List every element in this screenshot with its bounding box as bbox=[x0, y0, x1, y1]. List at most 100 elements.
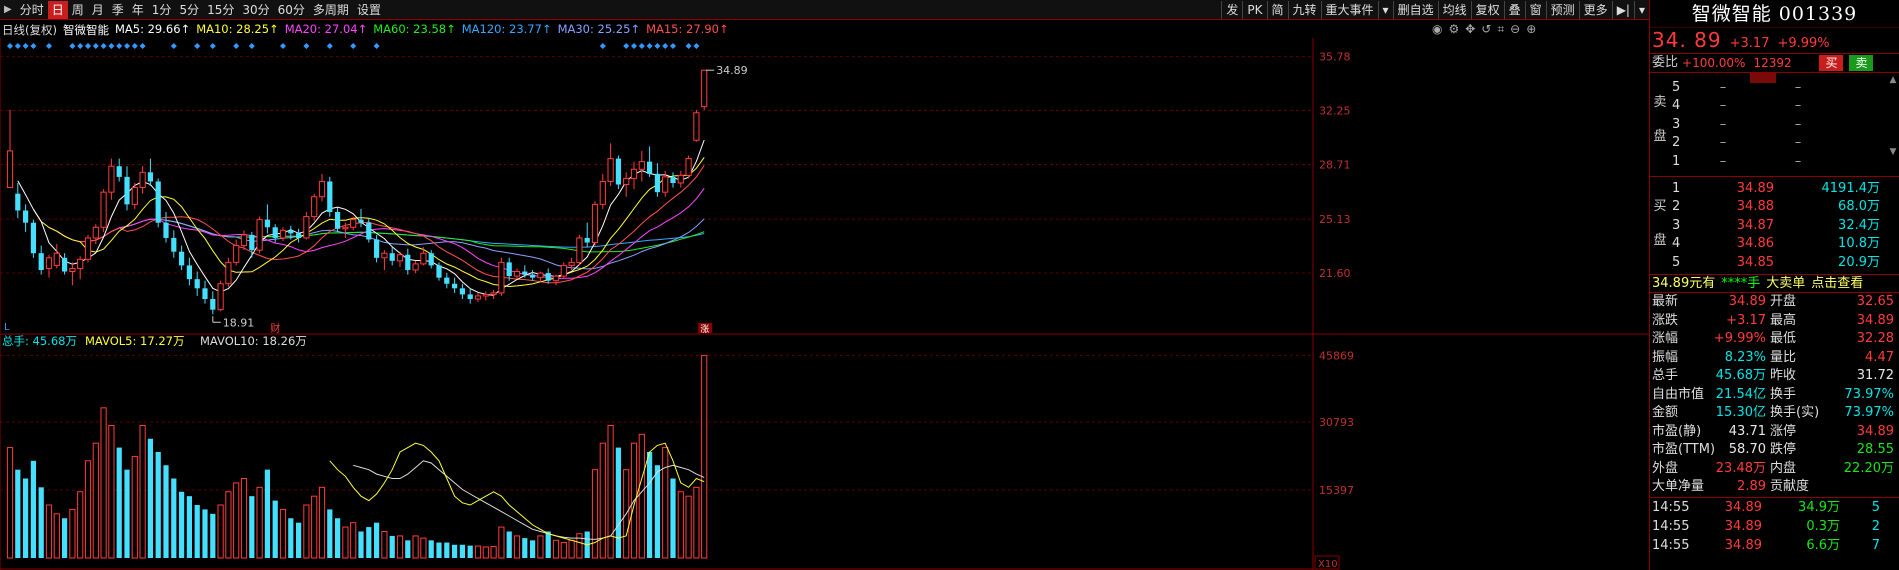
period-tab[interactable]: 15分 bbox=[203, 1, 238, 19]
toolbar-button[interactable]: 叠 bbox=[1503, 1, 1525, 19]
sell-side-label-1: 卖 bbox=[1653, 94, 1667, 110]
volume-bar bbox=[366, 527, 372, 558]
level-number: 4 bbox=[1672, 98, 1681, 113]
stat-row: 外盘 23.48万 内盘 22.20万 bbox=[1650, 460, 1899, 479]
signal-diamond-icon bbox=[631, 43, 637, 49]
volume-bar bbox=[693, 486, 700, 559]
volume-bar bbox=[482, 546, 489, 559]
chart-mode-label: 日线(复权) bbox=[2, 23, 57, 37]
stat-label-2: 量比 bbox=[1770, 349, 1797, 365]
volume-tick-label: 30793 bbox=[1319, 416, 1354, 429]
gear-icon[interactable]: ⚙ bbox=[1448, 22, 1459, 37]
volume-bar bbox=[647, 452, 653, 558]
toolbar-button[interactable]: ▾ bbox=[1377, 1, 1393, 19]
volume-bar bbox=[459, 544, 465, 558]
candle-body bbox=[490, 292, 497, 295]
toolbar-button[interactable]: PK bbox=[1242, 1, 1266, 19]
candle-body bbox=[530, 274, 536, 278]
candle-body bbox=[693, 112, 700, 141]
play-icon[interactable]: ▶ bbox=[0, 4, 16, 15]
stat-label-2: 换手 bbox=[1770, 386, 1797, 402]
toolbar-button[interactable]: 发 bbox=[1221, 1, 1242, 19]
toolbar-button[interactable]: 删自选 bbox=[1392, 1, 1438, 19]
volume-bar bbox=[318, 486, 326, 559]
period-tab[interactable]: 日 bbox=[47, 0, 68, 19]
ask-level-row[interactable]: 1 – – bbox=[1650, 153, 1899, 172]
zoom-in-icon[interactable]: ⊕ bbox=[1526, 22, 1536, 37]
stat-label: 市盈(静) bbox=[1652, 423, 1702, 439]
ma5-legend: MA5: 29.66↑ bbox=[114, 22, 191, 36]
sell-button[interactable]: 卖 bbox=[1849, 54, 1874, 71]
candle-body bbox=[405, 254, 411, 270]
toolbar-button[interactable]: ▶| bbox=[1611, 1, 1634, 19]
collapse-arrow-icon[interactable] bbox=[1750, 72, 1776, 83]
toolbar-button[interactable]: 重大事件 bbox=[1320, 1, 1378, 19]
signal-diamond-icon bbox=[124, 43, 130, 49]
eye-icon[interactable]: ◉ bbox=[1432, 22, 1442, 37]
big-order-row[interactable]: 34.89元有 ****手 大卖单 点击查看 bbox=[1650, 275, 1899, 293]
signal-diamond-icon bbox=[139, 43, 146, 49]
big-order-link[interactable]: 点击查看 bbox=[1811, 275, 1863, 292]
volume-bar bbox=[240, 478, 248, 559]
bid-level-row[interactable]: 2 34.88 68.0万 bbox=[1650, 198, 1899, 217]
candle-body bbox=[233, 245, 240, 263]
toolbar-button[interactable]: 窗 bbox=[1524, 1, 1546, 19]
period-tab[interactable]: 30分 bbox=[238, 1, 273, 19]
crop-icon[interactable]: ⌗ bbox=[1497, 22, 1504, 37]
toolbar-button[interactable]: 均线 bbox=[1437, 1, 1471, 19]
bid-level-row[interactable]: 4 34.86 10.8万 bbox=[1650, 235, 1899, 254]
pan-icon[interactable]: ✥ bbox=[1465, 22, 1475, 37]
toolbar-button[interactable]: 复权 bbox=[1470, 1, 1504, 19]
period-tab[interactable]: 60分 bbox=[274, 1, 309, 19]
period-tab[interactable]: 年 bbox=[128, 1, 148, 19]
volume-bar bbox=[249, 496, 255, 558]
ask-level-row[interactable]: 4 – – bbox=[1650, 97, 1899, 116]
volume-bar bbox=[264, 469, 270, 558]
undo-icon[interactable]: ↺ bbox=[1481, 22, 1491, 37]
last-price: 34. 89 bbox=[1652, 28, 1722, 52]
ask-level-row[interactable]: 2 – – bbox=[1650, 134, 1899, 153]
period-tab[interactable]: 设置 bbox=[353, 1, 385, 19]
signal-diamond-icon bbox=[662, 43, 669, 49]
tick-n: 5 bbox=[1871, 499, 1880, 515]
period-tab[interactable]: 分时 bbox=[16, 1, 48, 19]
stat-value: 23.48万 bbox=[1715, 460, 1766, 476]
buy-button[interactable]: 买 bbox=[1819, 54, 1844, 71]
period-toolbar: ▶ 分时日周月季年 1分 5分 15分 30分 60分 多周期 设置 发 PK 简九转 重大事件 ▾ 删… bbox=[0, 0, 1649, 20]
level-volume: – bbox=[1794, 116, 1802, 132]
bid-level-row[interactable]: 3 34.87 32.4万 bbox=[1650, 217, 1899, 236]
period-tab[interactable]: 周 bbox=[68, 1, 88, 19]
toolbar-button[interactable]: 简 bbox=[1266, 1, 1288, 19]
scroll-down-icon[interactable]: ▼ bbox=[1887, 147, 1899, 157]
volume-bar bbox=[389, 535, 395, 558]
period-tab[interactable]: 季 bbox=[108, 1, 128, 19]
signal-diamond-icon bbox=[131, 43, 138, 49]
candle-body bbox=[84, 237, 92, 260]
volume-bar bbox=[225, 491, 232, 559]
scroll-up-icon[interactable]: ▲ bbox=[1887, 75, 1899, 85]
tick-q: 34.9万 bbox=[1798, 499, 1840, 515]
period-tab[interactable]: 月 bbox=[88, 1, 108, 19]
volume-bar bbox=[210, 513, 216, 558]
volume-bar bbox=[381, 531, 388, 559]
toolbar-button[interactable]: ▾ bbox=[1633, 1, 1649, 19]
period-tab[interactable]: 1分 bbox=[148, 1, 176, 19]
volume-bar bbox=[186, 496, 192, 558]
period-tab[interactable]: 多周期 bbox=[309, 1, 353, 19]
stat-label: 自由市值 bbox=[1652, 386, 1705, 402]
mavol10-legend: MAVOL10: 18.26万 bbox=[200, 334, 307, 348]
toolbar-button[interactable]: 更多 bbox=[1578, 1, 1612, 19]
zoom-out-icon[interactable]: ⊖ bbox=[1510, 22, 1520, 37]
toolbar-button[interactable]: 九转 bbox=[1287, 1, 1321, 19]
period-tab[interactable]: 5分 bbox=[175, 1, 203, 19]
ask-level-row[interactable]: 3 – – bbox=[1650, 116, 1899, 135]
bid-level-row[interactable]: 5 34.85 20.9万 bbox=[1650, 254, 1899, 273]
signal-diamond-icon bbox=[30, 43, 37, 49]
volume-legend: 总手: 45.68万 bbox=[2, 334, 77, 348]
signal-diamond-icon bbox=[14, 43, 21, 49]
kline-chart-area[interactable]: 35.7832.2528.7125.1321.6034.8918.91财 涨L总手… bbox=[0, 38, 1649, 570]
candle-body bbox=[389, 253, 395, 261]
bid-level-row[interactable]: 1 34.89 4191.4万 bbox=[1650, 180, 1899, 199]
toolbar-button[interactable]: 预测 bbox=[1545, 1, 1579, 19]
volume-tick-label: 15397 bbox=[1319, 484, 1354, 497]
